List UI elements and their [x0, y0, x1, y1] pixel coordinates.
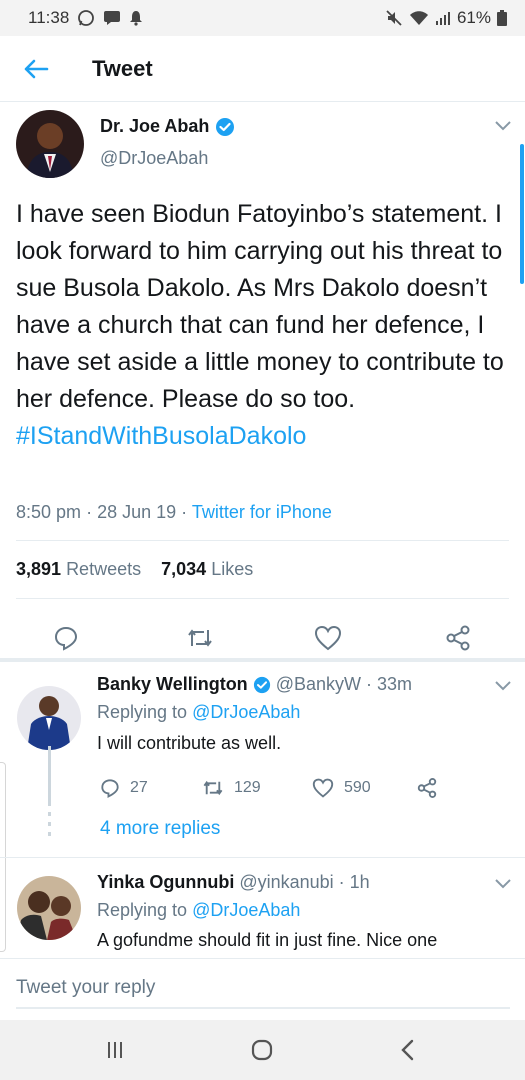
tweet-source-link[interactable]: Twitter for iPhone: [192, 502, 332, 522]
reply-author-name[interactable]: Banky Wellington: [97, 674, 248, 695]
tweet-text: I have seen Biodun Fatoyinbo’s statement…: [16, 196, 512, 455]
retweet-count: 129: [234, 779, 261, 796]
battery-icon: [497, 10, 507, 26]
like-count: 590: [344, 779, 371, 796]
page-title: Tweet: [92, 55, 153, 81]
retweet-icon: [188, 629, 212, 647]
status-bar: 11:38 61%: [0, 0, 525, 36]
back-chevron-icon: [401, 1039, 414, 1061]
likes-count: 7,034: [161, 559, 207, 579]
divider: [16, 598, 509, 599]
tweet-body: I have seen Biodun Fatoyinbo’s statement…: [16, 200, 504, 413]
tweet-stats: 3,891 Retweets 7,034 Likes: [16, 559, 253, 580]
reply-text: I will contribute as well.: [97, 733, 282, 753]
recent-apps-icon: [108, 1042, 122, 1058]
like-button[interactable]: [312, 622, 344, 654]
meta-separator: ·: [181, 502, 192, 522]
retweet-icon: [203, 780, 223, 796]
likes-label: Likes: [211, 559, 254, 579]
tweet-actions: [0, 612, 525, 662]
reply-author-row[interactable]: Banky Wellington @BankyW · 33m: [97, 674, 412, 695]
replying-to-link[interactable]: @DrJoeAbah: [192, 702, 300, 722]
reply-reply-button[interactable]: 27: [100, 778, 148, 798]
reply-like-button[interactable]: 590: [312, 778, 371, 798]
chevron-down-icon[interactable]: [494, 120, 512, 132]
status-time: 11:38: [28, 8, 70, 27]
battery-percent: 61%: [456, 8, 491, 27]
divider: [16, 540, 509, 541]
system-nav-bar: [0, 1020, 525, 1080]
reply-icon: [54, 626, 78, 651]
thread-dots: [48, 812, 51, 836]
likes-stat[interactable]: 7,034 Likes: [161, 559, 253, 579]
signal-icon: [435, 10, 451, 26]
reply-age: · 33m: [365, 674, 412, 694]
notification-bell-icon: [129, 10, 143, 26]
scrollbar-thumb[interactable]: [520, 144, 524, 284]
tweet-date: 28 Jun 19: [97, 502, 177, 522]
retweets-label: Retweets: [66, 559, 142, 579]
retweet-button[interactable]: [184, 622, 216, 654]
arrow-left-icon: [24, 59, 49, 78]
replying-label: Replying to: [97, 900, 188, 920]
thread-line: [48, 746, 51, 806]
author-name-row[interactable]: Dr. Joe Abah: [100, 116, 235, 137]
tweet-time: 8:50 pm: [16, 502, 82, 522]
reply-input[interactable]: [16, 969, 510, 1009]
reply-count: 27: [130, 779, 148, 796]
share-icon: [417, 778, 437, 798]
app-header: Tweet: [0, 36, 525, 102]
author-avatar[interactable]: [16, 110, 84, 178]
reply-author-handle[interactable]: @BankyW: [276, 674, 361, 695]
reply-text: A gofundme should fit in just fine. Nice…: [97, 930, 438, 950]
wifi-icon: [409, 10, 429, 26]
more-replies-link[interactable]: 4 more replies: [100, 818, 220, 840]
replying-to: Replying to @DrJoeAbah: [97, 702, 300, 723]
share-button[interactable]: [442, 622, 474, 654]
recent-apps-button[interactable]: [95, 1034, 135, 1066]
message-icon: [103, 10, 121, 26]
tweet-meta: 8:50 pm · 28 Jun 19 · Twitter for iPhone: [16, 502, 332, 523]
reply-share-button[interactable]: [416, 777, 438, 799]
chevron-down-icon[interactable]: [494, 878, 512, 890]
reply-author-handle[interactable]: @yinkanubi: [239, 872, 333, 893]
reply-retweet-button[interactable]: 129: [202, 778, 261, 798]
author-name[interactable]: Dr. Joe Abah: [100, 116, 209, 137]
replying-to-link[interactable]: @DrJoeAbah: [192, 900, 300, 920]
replying-to: Replying to @DrJoeAbah: [97, 900, 300, 921]
replying-label: Replying to: [97, 702, 188, 722]
reply-button[interactable]: [50, 622, 82, 654]
chevron-down-icon[interactable]: [494, 680, 512, 692]
reply-avatar[interactable]: [17, 686, 81, 750]
verified-badge-icon: [216, 117, 235, 136]
share-icon: [446, 625, 470, 651]
reply-avatar[interactable]: [17, 876, 81, 940]
home-button[interactable]: [242, 1034, 282, 1066]
retweets-count: 3,891: [16, 559, 62, 579]
reply-age: · 1h: [338, 872, 370, 892]
heart-icon: [312, 778, 334, 798]
section-divider: [0, 658, 525, 662]
retweets-stat[interactable]: 3,891 Retweets: [16, 559, 141, 579]
verified-badge-icon: [253, 676, 270, 693]
home-icon: [251, 1039, 273, 1061]
author-handle[interactable]: @DrJoeAbah: [100, 148, 208, 169]
reply-icon: [101, 779, 119, 798]
divider: [0, 857, 525, 858]
back-button[interactable]: [0, 36, 72, 102]
heart-icon: [314, 625, 342, 651]
whatsapp-icon: [77, 9, 95, 27]
reply-compose-bar: [0, 958, 525, 1020]
reply-author-name[interactable]: Yinka Ogunnubi: [97, 872, 234, 893]
mute-icon: [385, 9, 403, 27]
back-nav-button[interactable]: [388, 1034, 428, 1066]
meta-separator: ·: [86, 502, 98, 522]
hashtag-link[interactable]: #IStandWithBusolaDakolo: [16, 422, 306, 450]
reply-author-row[interactable]: Yinka Ogunnubi @yinkanubi · 1h: [97, 872, 370, 893]
